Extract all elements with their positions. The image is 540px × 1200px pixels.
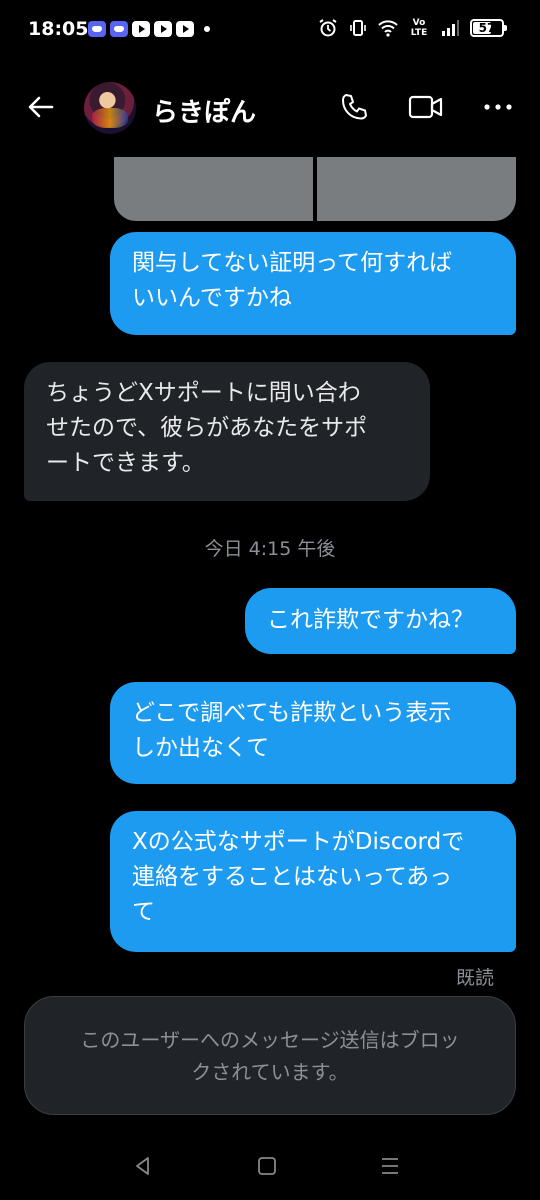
volte-label: Vo LTE <box>410 18 428 38</box>
contact-name[interactable]: らきぽん <box>152 92 256 129</box>
signal-icon <box>442 20 459 36</box>
navigation-bar <box>0 1140 540 1200</box>
alarm-icon <box>319 19 337 37</box>
incoming-message[interactable]: ちょうどXサポートに問い合わ せたので、彼らがあなたをサポ ートできます。 <box>24 362 430 501</box>
read-receipt: 既読 <box>455 967 494 989</box>
image-thumbnail[interactable] <box>114 157 313 221</box>
image-message[interactable] <box>114 157 516 221</box>
youtube-icon <box>132 21 150 37</box>
phone-icon[interactable] <box>339 92 369 122</box>
status-time: 18:05 <box>28 18 89 40</box>
youtube-icon <box>154 21 172 37</box>
avatar[interactable] <box>84 82 136 134</box>
video-camera-icon[interactable] <box>408 92 444 122</box>
notification-icons <box>88 21 210 37</box>
battery-level: 57 <box>478 21 496 35</box>
blocked-notice-text: このユーザーへのメッセージ送信はブロッ クされています。 <box>80 1027 460 1084</box>
youtube-icon <box>176 21 194 37</box>
conversation-header: らきぽん <box>0 70 540 146</box>
back-arrow-icon[interactable] <box>26 92 56 122</box>
message-timestamp: 今日 4:15 午後 <box>204 538 336 560</box>
outgoing-message[interactable]: どこで調べても詐欺という表示 しか出なくて <box>110 682 516 784</box>
more-icon[interactable] <box>482 92 514 122</box>
outgoing-message[interactable]: これ詐欺ですかね？ <box>245 588 516 654</box>
discord-icon <box>88 21 106 37</box>
nav-back-icon[interactable] <box>132 1155 154 1177</box>
discord-icon <box>110 21 128 37</box>
nav-home-icon[interactable] <box>257 1156 277 1176</box>
system-icons: Vo LTE 57 <box>318 18 507 38</box>
status-bar: 18:05 Vo LTE 57 <box>0 0 540 62</box>
nav-recents-icon[interactable] <box>379 1155 401 1177</box>
vibrate-icon <box>350 20 366 36</box>
outgoing-message[interactable]: Xの公式なサポートがDiscordで 連絡をすることはないってあっ て <box>110 811 516 952</box>
image-thumbnail[interactable] <box>317 157 516 221</box>
blocked-notice: このユーザーへのメッセージ送信はブロッ クされています。 <box>24 996 516 1115</box>
more-notifications-dot-icon <box>204 26 210 32</box>
outgoing-message[interactable]: 関与してない証明って何すれば いいんですかね <box>110 232 516 335</box>
wifi-icon <box>378 20 398 37</box>
battery-icon: 57 <box>470 19 507 37</box>
